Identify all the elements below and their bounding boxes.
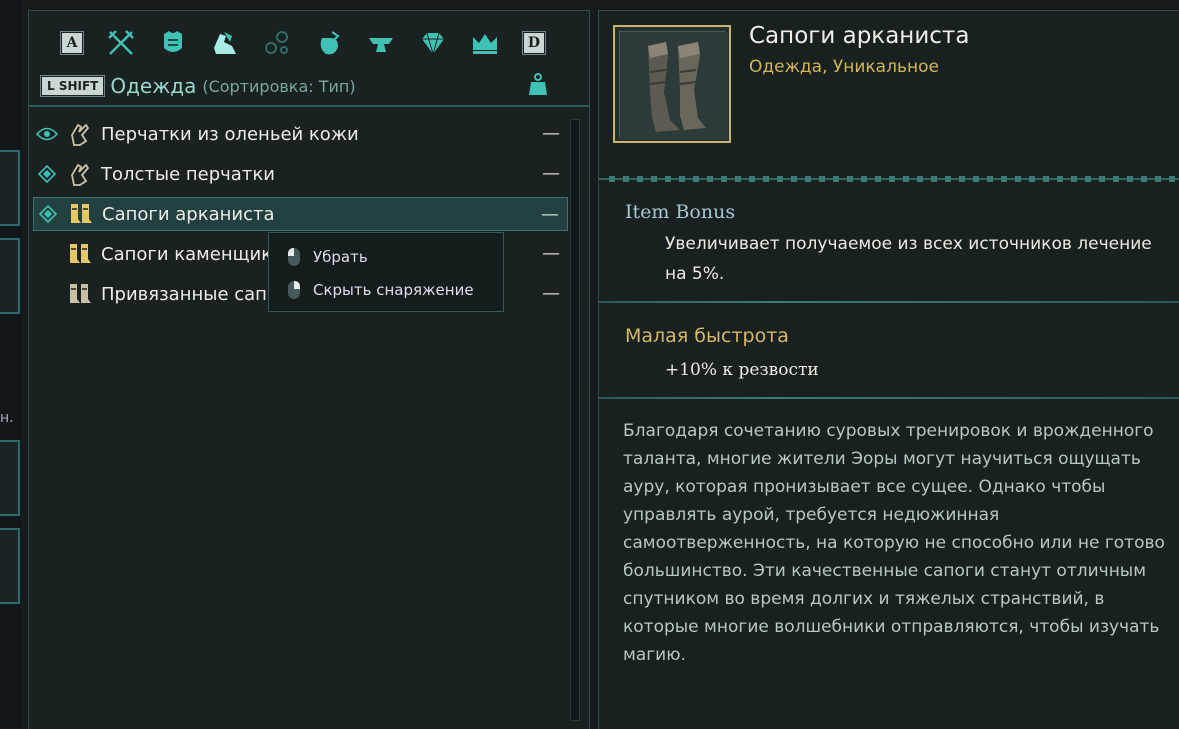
clothing-icon[interactable] <box>205 25 245 61</box>
item-value: — <box>542 283 560 304</box>
item-detail-panel: Сапоги арканиста Одежда, Уникальное Item… <box>598 10 1179 729</box>
edge-slot[interactable] <box>0 238 20 314</box>
boots-icon <box>66 199 96 229</box>
list-scrollbar[interactable] <box>570 119 580 721</box>
edge-slot[interactable] <box>0 150 20 226</box>
category-header: L SHIFT Одежда (Сортировка: Тип) <box>41 73 571 99</box>
remove-label: Убрать <box>313 248 368 266</box>
weight-icon <box>529 73 547 95</box>
boots-portrait-icon <box>620 32 728 140</box>
next-category-key[interactable]: D <box>523 32 545 54</box>
diamond-icon <box>36 202 60 226</box>
prev-category-key[interactable]: A <box>61 32 83 54</box>
hide-gear-menu-item[interactable]: Скрыть снаряжение <box>287 277 474 303</box>
hide-gear-label: Скрыть снаряжение <box>313 281 474 299</box>
marker-empty <box>35 282 59 306</box>
bonus-text: Увеличивает получаемое из всех источнико… <box>665 234 1152 284</box>
category-bar: A D <box>61 25 545 61</box>
glove-icon <box>65 159 95 189</box>
section-divider <box>599 397 1179 399</box>
shift-key[interactable]: L SHIFT <box>41 76 105 96</box>
right-mouse-icon <box>288 281 300 299</box>
sort-label[interactable]: (Сортировка: Тип) <box>202 77 355 96</box>
eye-icon <box>35 122 59 146</box>
item-label: Перчатки из оленьей кожи <box>101 123 359 145</box>
diamond-icon <box>35 162 59 186</box>
item-name: Сапоги арканиста <box>749 23 970 49</box>
bonus-title: Item Bonus <box>625 201 736 223</box>
list-item-selected[interactable]: Сапоги арканиста — <box>33 197 568 231</box>
perk-text: +10% к резвости <box>665 360 819 380</box>
boots-icon <box>65 239 95 269</box>
edge-text: н. <box>0 410 14 426</box>
marker-empty <box>35 242 59 266</box>
item-type: Одежда, Уникальное <box>749 57 939 77</box>
remove-menu-item[interactable]: Убрать <box>287 244 368 270</box>
edge-slot[interactable] <box>0 440 20 516</box>
item-value: — <box>542 243 560 264</box>
item-label: Сапоги каменщика <box>101 243 284 265</box>
armor-icon[interactable] <box>153 25 193 61</box>
inventory-panel: A D L SHIFT Одежда (Сортировка: Тип) Пер… <box>28 10 590 729</box>
boots-icon <box>65 279 95 309</box>
context-menu: Убрать Скрыть снаряжение <box>268 232 504 312</box>
item-value: — <box>541 204 559 225</box>
item-value: — <box>542 163 560 184</box>
item-label: Толстые перчатки <box>101 163 275 185</box>
category-title: Одежда <box>110 74 197 98</box>
ornament-divider <box>599 176 1179 182</box>
list-item[interactable]: Толстые перчатки — <box>33 157 568 191</box>
glove-icon <box>65 119 95 149</box>
gems-icon[interactable] <box>413 25 453 61</box>
item-portrait <box>613 25 731 143</box>
perk-title: Малая быстрота <box>625 325 789 347</box>
treasure-icon[interactable] <box>465 25 505 61</box>
consumables-icon[interactable] <box>309 25 349 61</box>
item-value: — <box>542 123 560 144</box>
section-divider <box>599 301 1179 303</box>
header-divider <box>29 105 589 107</box>
weapons-icon[interactable] <box>101 25 141 61</box>
jewelry-icon[interactable] <box>257 25 297 61</box>
left-mouse-icon <box>288 248 300 266</box>
crafting-icon[interactable] <box>361 25 401 61</box>
lore-text: Благодаря сочетанию суровых тренировок и… <box>623 421 1165 665</box>
left-edge-panel: н. <box>0 0 22 728</box>
edge-slot[interactable] <box>0 528 20 604</box>
list-item[interactable]: Перчатки из оленьей кожи — <box>33 117 568 151</box>
item-label: Сапоги арканиста <box>102 203 275 225</box>
